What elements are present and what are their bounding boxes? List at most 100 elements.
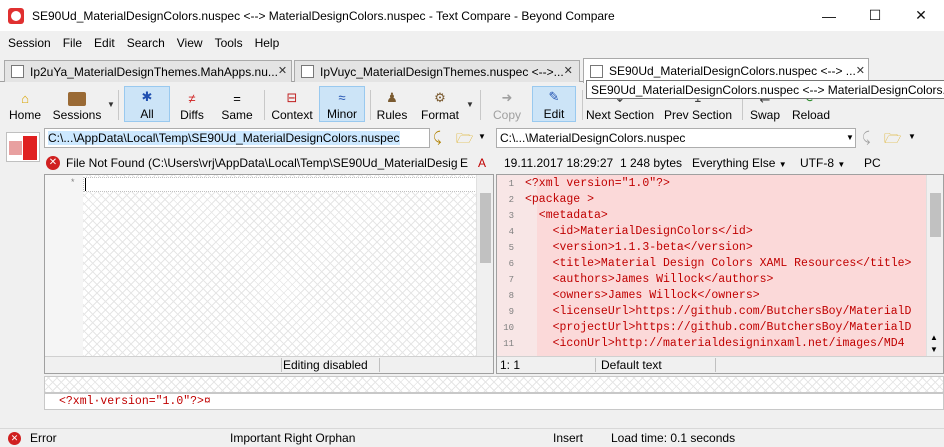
menu-bar: Session File Edit Search View Tools Help: [0, 33, 283, 53]
left-current-line[interactable]: [83, 177, 477, 192]
sessions-button[interactable]: Sessions: [50, 86, 104, 122]
menu-tools[interactable]: Tools: [207, 33, 247, 53]
left-info-bar: ✕ File Not Found (C:\Users\vrj\AppData\L…: [46, 153, 492, 173]
copy-button[interactable]: ➜ Copy: [486, 86, 528, 122]
left-empty-area: [83, 175, 476, 356]
show-same-button[interactable]: = Same: [216, 86, 258, 123]
menu-session[interactable]: Session: [0, 33, 55, 53]
home-button[interactable]: ⌂ Home: [4, 86, 46, 123]
text-compare-icon: [11, 65, 24, 78]
minimize-button[interactable]: —: [806, 0, 852, 31]
format-dropdown-icon[interactable]: ▼: [466, 100, 474, 109]
right-encoding-dropdown[interactable]: UTF-8 ▼: [800, 153, 845, 175]
code-line[interactable]: 6 <title>Material Design Colors XAML Res…: [497, 256, 928, 272]
same-label: Same: [221, 108, 253, 122]
right-vertical-scrollbar[interactable]: ▲ ▼: [926, 175, 943, 356]
menu-edit[interactable]: Edit: [86, 33, 119, 53]
right-file-date: 19.11.2017 18:29:27: [504, 156, 614, 170]
next-section-label: Next Section: [585, 108, 655, 122]
show-diffs-button[interactable]: ≠ Diffs: [172, 86, 212, 123]
chevron-down-icon: ▼: [778, 160, 787, 169]
rules-button[interactable]: ♟ Rules: [374, 86, 410, 122]
menu-search[interactable]: Search: [119, 33, 169, 53]
diffs-label: Diffs: [180, 108, 204, 122]
right-path-dropdown-icon[interactable]: ▼: [846, 133, 854, 142]
ignore-minor-button[interactable]: ≈ Minor: [319, 86, 365, 122]
status-difference-type: Important Right Orphan: [230, 431, 356, 445]
code-line[interactable]: 5 <version>1.1.3-beta</version>: [497, 240, 928, 256]
left-detail-line: [44, 376, 944, 393]
right-browse-dropdown-icon[interactable]: ▼: [908, 132, 916, 141]
tab-close-icon[interactable]: ✕: [856, 65, 867, 77]
context-button[interactable]: ⊟ Context: [268, 86, 316, 122]
code-line[interactable]: 11 <iconUrl>http://materialdesigninxaml.…: [497, 336, 928, 352]
menu-help[interactable]: Help: [247, 33, 284, 53]
code-line[interactable]: 9 <licenseUrl>https://github.com/Butcher…: [497, 304, 928, 320]
code-line[interactable]: 2 <package >: [497, 192, 928, 208]
right-path-text: C:\...\MaterialDesignColors.nuspec: [500, 131, 686, 145]
line-number: 9: [508, 307, 514, 317]
code-line[interactable]: 3 <metadata>: [497, 208, 928, 224]
context-icon: ⊟: [286, 90, 298, 105]
left-path-input[interactable]: C:\...\AppData\Local\Temp\SE90Ud_Materia…: [44, 128, 430, 148]
left-flag-a: A: [478, 156, 487, 170]
left-browse-dropdown-icon[interactable]: ▼: [478, 132, 486, 141]
format-button[interactable]: ⚙ Format: [418, 86, 462, 122]
scroll-up-icon[interactable]: ▲: [930, 333, 938, 342]
home-label: Home: [8, 108, 41, 122]
code-line[interactable]: 7 <authors>James Willock</authors>: [497, 272, 928, 288]
text-compare-icon: [301, 65, 314, 78]
right-open-folder-icon[interactable]: 🗁: [884, 128, 901, 152]
status-error-text: Error: [30, 431, 57, 445]
context-label: Context: [271, 108, 313, 122]
right-line-ending[interactable]: PC: [864, 153, 881, 173]
sessions-dropdown-icon[interactable]: ▼: [107, 100, 115, 109]
code-line[interactable]: 1 <?xml version="1.0"?>: [497, 176, 928, 192]
tab-label: SE90Ud_MaterialDesignColors.nuspec <--> …: [609, 64, 856, 78]
tab-session-2[interactable]: IpVuyc_MaterialDesignThemes.nuspec <-->.…: [294, 60, 580, 82]
session-tabs: Ip2uYa_MaterialDesignThemes.MahApps.nu..…: [0, 58, 944, 83]
tab-close-icon[interactable]: ✕: [278, 66, 289, 77]
line-number: 10: [503, 323, 514, 333]
code-line[interactable]: 8 <owners>James Willock</owners>: [497, 288, 928, 304]
referee-icon: ♟: [386, 90, 398, 105]
left-open-folder-icon[interactable]: 🗁: [456, 128, 473, 152]
tab-session-1[interactable]: Ip2uYa_MaterialDesignThemes.MahApps.nu..…: [4, 60, 292, 82]
show-all-button[interactable]: ✱ All: [124, 86, 170, 122]
default-text-status: Default text: [601, 358, 662, 372]
scroll-down-icon[interactable]: ▼: [930, 345, 938, 354]
overview-thumbnail[interactable]: [6, 132, 40, 162]
left-flag-e: E: [460, 156, 469, 170]
reload-label: Reload: [791, 108, 831, 122]
tab-label: IpVuyc_MaterialDesignThemes.nuspec <-->.…: [320, 64, 564, 79]
error-icon: ✕: [46, 156, 60, 170]
copy-arrow-icon: ➜: [501, 90, 513, 105]
edit-button[interactable]: ✎ Edit: [532, 86, 576, 122]
right-path-input[interactable]: C:\...\MaterialDesignColors.nuspec: [496, 128, 856, 148]
prev-section-label: Prev Section: [663, 108, 733, 122]
right-filter-dropdown[interactable]: Everything Else ▼: [692, 153, 787, 175]
left-text-pane[interactable]: * Editing disabled: [44, 174, 494, 374]
status-load-time: Load time: 0.1 seconds: [611, 431, 736, 445]
line-text: <authors>James Willock</authors>: [525, 273, 774, 286]
briefcase-icon: [68, 92, 86, 106]
sessions-label: Sessions: [52, 108, 102, 122]
maximize-button[interactable]: ☐: [852, 0, 898, 31]
close-button[interactable]: ✕: [898, 0, 944, 31]
left-status-bar: Editing disabled: [45, 356, 493, 373]
right-text-pane[interactable]: 1 <?xml version="1.0"?> 2 <package > 3 <meta…: [496, 174, 944, 374]
left-history-icon[interactable]: ⤹: [433, 129, 441, 146]
edit-pencil-icon: ✎: [548, 89, 560, 104]
code-line[interactable]: 10 <projectUrl>https://github.com/Butche…: [497, 320, 928, 336]
line-number: 4: [508, 227, 514, 237]
edit-label: Edit: [543, 107, 565, 121]
menu-view[interactable]: View: [169, 33, 207, 53]
tab-label: Ip2uYa_MaterialDesignThemes.MahApps.nu..…: [30, 64, 278, 79]
right-file-size: 1 248 bytes: [620, 156, 683, 170]
menu-file[interactable]: File: [55, 33, 86, 53]
asterisk-icon: ✱: [141, 89, 153, 104]
right-history-icon[interactable]: ⤹: [862, 129, 870, 146]
tab-close-icon[interactable]: ✕: [564, 66, 575, 77]
left-vertical-scrollbar[interactable]: [476, 175, 493, 356]
code-line[interactable]: 4 <id>MaterialDesignColors</id>: [497, 224, 928, 240]
